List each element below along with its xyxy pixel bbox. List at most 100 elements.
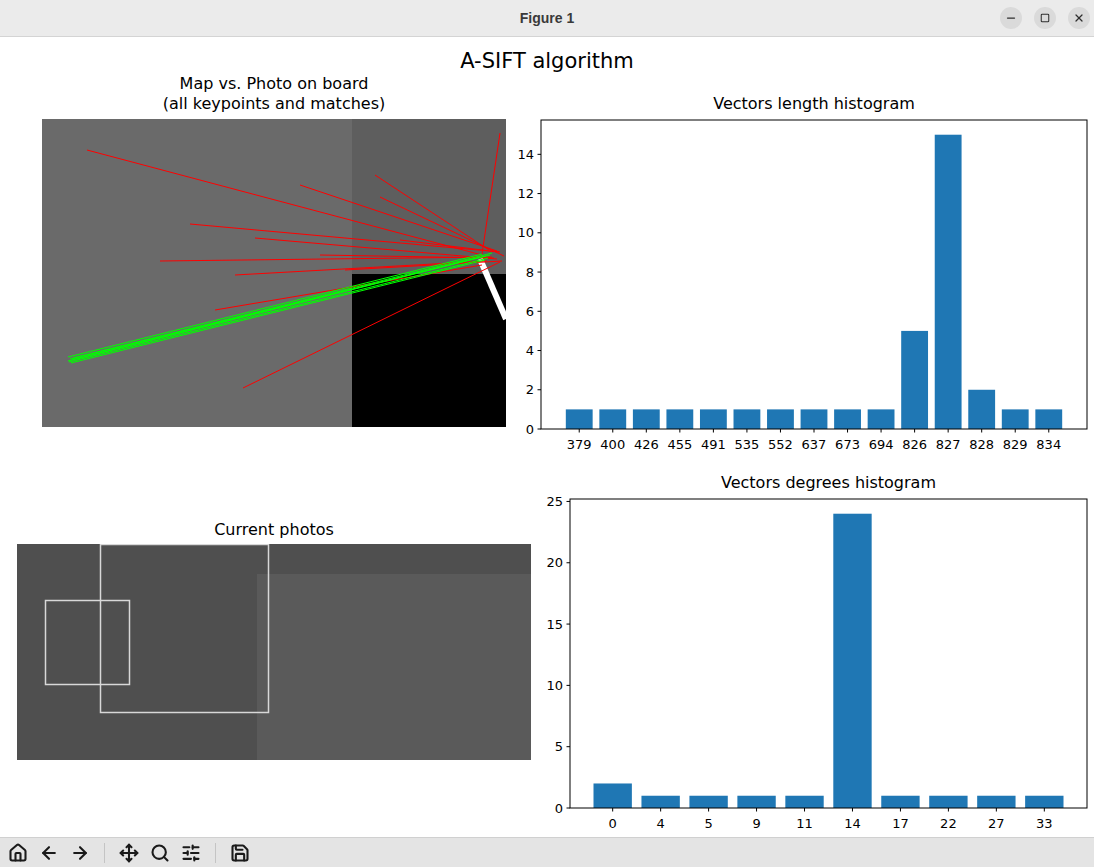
svg-text:8: 8 <box>526 265 534 280</box>
x-tick: 5 <box>704 808 712 831</box>
svg-text:33: 33 <box>1036 816 1053 831</box>
minimize-button[interactable] <box>1000 7 1022 29</box>
chart-title: Vectors degrees histogram <box>570 473 1087 493</box>
svg-text:2: 2 <box>526 382 534 397</box>
svg-text:0: 0 <box>526 422 534 437</box>
x-tick: 11 <box>796 808 813 831</box>
x-tick: 22 <box>940 808 957 831</box>
x-tick: 17 <box>892 808 909 831</box>
save-button[interactable] <box>229 842 251 864</box>
x-tick: 827 <box>936 429 961 452</box>
figure-title: A-SIFT algorithm <box>0 37 1094 74</box>
save-icon <box>230 843 250 863</box>
outlier-match-line <box>87 150 482 255</box>
window-controls <box>1000 7 1090 29</box>
svg-text:552: 552 <box>768 437 793 452</box>
x-tick: 552 <box>768 429 793 452</box>
configure-button[interactable] <box>180 842 202 864</box>
x-tick: 828 <box>969 429 994 452</box>
zoom-button[interactable] <box>149 842 171 864</box>
navigation-toolbar <box>0 837 1094 867</box>
x-tick: 826 <box>902 429 927 452</box>
move-icon <box>119 843 139 863</box>
x-tick: 535 <box>735 429 760 452</box>
bar <box>566 409 593 429</box>
svg-text:400: 400 <box>600 437 625 452</box>
x-tick: 0 <box>609 808 617 831</box>
inlier-match-line <box>68 254 482 357</box>
x-tick: 637 <box>802 429 827 452</box>
svg-text:22: 22 <box>940 816 957 831</box>
bar <box>767 409 794 429</box>
svg-text:12: 12 <box>517 186 534 201</box>
bar <box>1025 796 1063 808</box>
bar <box>868 409 895 429</box>
svg-text:9: 9 <box>752 816 760 831</box>
x-tick: 4 <box>657 808 665 831</box>
y-tick: 10 <box>517 225 541 240</box>
match-panel-title: (all keypoints and matches) <box>42 94 506 114</box>
photo-frame <box>46 601 130 685</box>
match-image <box>42 119 506 427</box>
x-tick: 9 <box>752 808 760 831</box>
x-tick: 379 <box>567 429 592 452</box>
svg-text:694: 694 <box>869 437 894 452</box>
chart-title: Vectors length histogram <box>541 94 1087 114</box>
y-tick: 4 <box>526 343 541 358</box>
x-tick: 694 <box>869 429 894 452</box>
top-row: Map vs. Photo on board(all keypoints and… <box>0 74 1094 468</box>
y-tick: 0 <box>555 801 570 816</box>
maximize-button[interactable] <box>1034 7 1056 29</box>
svg-text:27: 27 <box>988 816 1005 831</box>
y-tick: 20 <box>546 555 570 570</box>
x-tick: 400 <box>600 429 625 452</box>
svg-text:14: 14 <box>517 147 534 162</box>
minimize-icon <box>1005 12 1017 24</box>
svg-text:673: 673 <box>835 437 860 452</box>
inlier-match-line <box>73 253 492 358</box>
y-tick: 25 <box>546 494 570 509</box>
inlier-match-line <box>69 258 488 362</box>
home-button[interactable] <box>7 842 29 864</box>
pan-button[interactable] <box>118 842 140 864</box>
svg-text:6: 6 <box>526 304 534 319</box>
outlier-match-line <box>190 224 500 252</box>
svg-text:5: 5 <box>704 816 712 831</box>
zoom-icon <box>150 843 170 863</box>
bar <box>935 135 962 429</box>
bar <box>785 796 823 808</box>
svg-text:5: 5 <box>555 739 563 754</box>
outlier-match-line <box>375 175 489 250</box>
close-button[interactable] <box>1068 7 1090 29</box>
svg-text:0: 0 <box>609 816 617 831</box>
svg-text:15: 15 <box>546 617 563 632</box>
back-button[interactable] <box>38 842 60 864</box>
y-tick: 8 <box>526 265 541 280</box>
photo-frames <box>17 544 531 760</box>
sliders-icon <box>181 843 201 863</box>
y-tick: 12 <box>517 186 541 201</box>
photos-panel-title: Current photos <box>17 520 531 540</box>
svg-text:455: 455 <box>667 437 692 452</box>
forward-button[interactable] <box>69 842 91 864</box>
bar <box>834 409 861 429</box>
y-tick: 5 <box>555 739 570 754</box>
back-arrow-icon <box>39 843 59 863</box>
x-tick: 673 <box>835 429 860 452</box>
bar <box>929 796 967 808</box>
bar <box>641 796 679 808</box>
svg-text:828: 828 <box>969 437 994 452</box>
bar <box>977 796 1015 808</box>
home-icon <box>8 843 28 863</box>
bar <box>1035 409 1062 429</box>
outlier-match-line <box>482 133 500 254</box>
axes-frame <box>541 120 1087 429</box>
svg-text:426: 426 <box>634 437 659 452</box>
figure-canvas: A-SIFT algorithmMap vs. Photo on board(a… <box>0 37 1094 837</box>
y-tick: 15 <box>546 617 570 632</box>
svg-text:834: 834 <box>1036 437 1061 452</box>
toolbar-separator <box>104 843 105 863</box>
svg-text:826: 826 <box>902 437 927 452</box>
photos-panel: Current photos <box>0 468 535 837</box>
bottom-row: Current photos Vectors degrees histogram 0… <box>0 468 1094 837</box>
